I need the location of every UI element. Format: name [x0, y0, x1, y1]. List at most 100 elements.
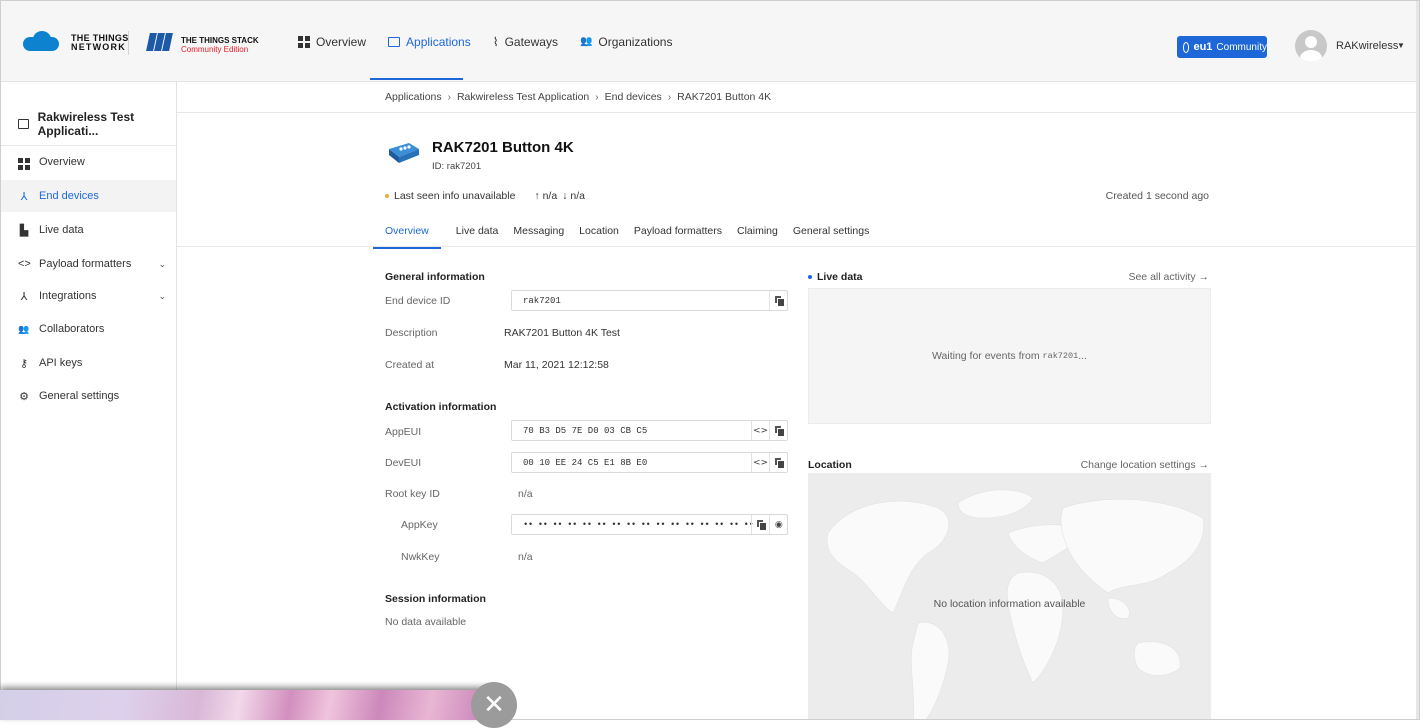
stack-logo-icon: [145, 33, 175, 51]
app-eui-label: AppEUI: [385, 426, 422, 438]
username[interactable]: RAKwireless: [1336, 40, 1398, 52]
sidebar-title-label: Rakwireless Test Applicati...: [37, 110, 135, 138]
breadcrumb-applications[interactable]: Applications: [385, 91, 442, 103]
breadcrumb-end-devices[interactable]: End devices: [605, 91, 662, 103]
change-location-link[interactable]: Change location settings →: [1081, 459, 1209, 471]
copy-button[interactable]: [751, 515, 769, 534]
caret-down-icon[interactable]: ▼: [1397, 41, 1405, 50]
video-overlay[interactable]: [0, 690, 498, 720]
created-time: Created 1 second ago: [1105, 190, 1209, 202]
waiting-suffix: ...: [1078, 350, 1087, 362]
eye-icon: ◉: [774, 519, 783, 530]
key-icon: ⚷: [19, 357, 29, 370]
general-info-heading: General information: [385, 271, 485, 283]
toggle-format-button[interactable]: <>: [751, 453, 769, 472]
chevron-down-icon[interactable]: ⌄: [158, 259, 166, 270]
application-box-icon: [388, 37, 401, 47]
sidebar-item-live-data[interactable]: ▙ Live data: [1, 214, 176, 246]
stack-logo[interactable]: THE THINGS STACK Community Edition: [181, 36, 259, 54]
overview-grid-icon: [18, 154, 30, 170]
device-id: ID: rak7201: [432, 161, 482, 172]
sidebar-item-collaborators[interactable]: 👥 Collaborators: [1, 313, 176, 345]
sidebar-item-label: General settings: [39, 390, 120, 402]
toggle-format-button[interactable]: <>: [751, 421, 769, 440]
breadcrumb-device: RAK7201 Button 4K: [677, 91, 772, 103]
end-device-id-value: rak7201: [523, 295, 561, 306]
copy-button[interactable]: [769, 421, 787, 440]
app-eui-value: 70 B3 D5 7E D0 03 CB C5: [523, 425, 648, 436]
waiting-prefix: Waiting for events from: [932, 350, 1040, 362]
top-header: THE THINGS NETWORK THE THINGS STACK Comm…: [1, 1, 1419, 82]
app-key-label: AppKey: [401, 519, 438, 531]
breadcrumb-application[interactable]: Rakwireless Test Application: [457, 91, 589, 103]
copy-icon: [774, 426, 785, 437]
copy-icon: [774, 296, 785, 307]
root-key-label: Root key ID: [385, 488, 440, 500]
live-data-icon: ▙: [19, 224, 29, 237]
copy-button[interactable]: [769, 453, 787, 472]
cluster-badge[interactable]: eu1 Community: [1177, 36, 1267, 58]
logo-divider: [128, 31, 129, 55]
nav-organizations-label: Organizations: [598, 35, 673, 49]
code-icon: <>: [752, 457, 769, 468]
copy-button[interactable]: [769, 291, 787, 310]
cloud-logo-icon: [19, 31, 63, 51]
sidebar-item-api-keys[interactable]: ⚷ API keys: [1, 347, 176, 379]
gear-icon: ⚙: [19, 390, 29, 403]
created-at-label: Created at: [385, 359, 435, 371]
nav-overview-label: Overview: [316, 35, 367, 49]
location-map[interactable]: No location information available: [808, 473, 1211, 719]
stack-logo-line2: Community Edition: [181, 45, 249, 54]
nav-overview[interactable]: Overview: [298, 34, 366, 50]
status-dot-icon: [385, 194, 389, 198]
nav-organizations[interactable]: 👥 Organizations: [580, 34, 673, 50]
sidebar-item-label: Live data: [39, 224, 84, 236]
ttn-logo[interactable]: THE THINGS NETWORK: [19, 31, 129, 52]
app-key-value: •• •• •• •• •• •• •• •• •• •• •• •• •• •…: [523, 519, 754, 530]
location-heading: Location: [808, 459, 852, 471]
end-device-id-field: rak7201: [511, 290, 788, 311]
page-scrollbar[interactable]: [1416, 1, 1419, 719]
created-at-value: Mar 11, 2021 12:12:58: [504, 359, 609, 371]
cluster-label: Community: [1216, 41, 1267, 53]
live-data-heading: Live data: [808, 271, 863, 283]
device-status: Last seen info unavailable ↑ n/a ↓ n/a: [385, 190, 585, 202]
copy-icon: [756, 520, 767, 531]
description-label: Description: [385, 327, 438, 339]
show-key-button[interactable]: ◉: [769, 515, 787, 534]
chevron-down-icon[interactable]: ⌄: [158, 291, 166, 302]
end-device-id-label: End device ID: [385, 295, 451, 307]
live-dot-icon: [808, 275, 812, 279]
top-nav: Overview Applications ⌇ Gateways 👥 Organ…: [298, 34, 694, 50]
sidebar-item-integrations[interactable]: ⅄ Integrations ⌄: [1, 280, 176, 312]
sidebar-item-label: API keys: [39, 357, 83, 369]
nav-applications[interactable]: Applications: [388, 34, 471, 50]
nwk-key-label: NwkKey: [401, 551, 440, 563]
nav-gateways[interactable]: ⌇ Gateways: [493, 34, 558, 50]
live-data-heading-label: Live data: [817, 271, 863, 283]
session-info-heading: Session information: [385, 593, 486, 605]
close-icon[interactable]: ✕: [471, 682, 517, 728]
sidebar-item-general-settings[interactable]: ⚙ General settings: [1, 380, 176, 412]
application-box-icon: [18, 119, 29, 129]
app-eui-field: 70 B3 D5 7E D0 03 CB C5 <>: [511, 420, 788, 441]
code-icon: <>: [18, 258, 31, 270]
breadcrumb: Applications › Rakwireless Test Applicat…: [177, 82, 1419, 113]
see-all-activity-link[interactable]: See all activity →: [1128, 271, 1209, 283]
sidebar-item-end-devices[interactable]: ⅄ End devices: [1, 180, 176, 212]
device-title: RAK7201 Button 4K: [432, 139, 574, 156]
root-key-value: n/a: [518, 488, 533, 500]
description-value: RAK7201 Button 4K Test: [504, 327, 620, 339]
sidebar-item-label: Collaborators: [39, 323, 105, 335]
dev-eui-value: 00 10 EE 24 C5 E1 8B E0: [523, 457, 648, 468]
gateway-icon: ⌇: [492, 35, 499, 49]
nav-applications-label: Applications: [406, 35, 471, 49]
code-icon: <>: [752, 425, 769, 436]
nwk-key-value: n/a: [518, 551, 533, 563]
sidebar-item-payload-formatters[interactable]: <> Payload formatters ⌄: [1, 248, 176, 280]
sidebar-title: Rakwireless Test Applicati...: [18, 110, 176, 138]
avatar[interactable]: [1295, 30, 1327, 62]
waiting-device-id: rak7201: [1042, 351, 1079, 361]
collaborators-icon: 👥: [18, 323, 30, 334]
sidebar-item-overview[interactable]: Overview: [1, 146, 176, 178]
